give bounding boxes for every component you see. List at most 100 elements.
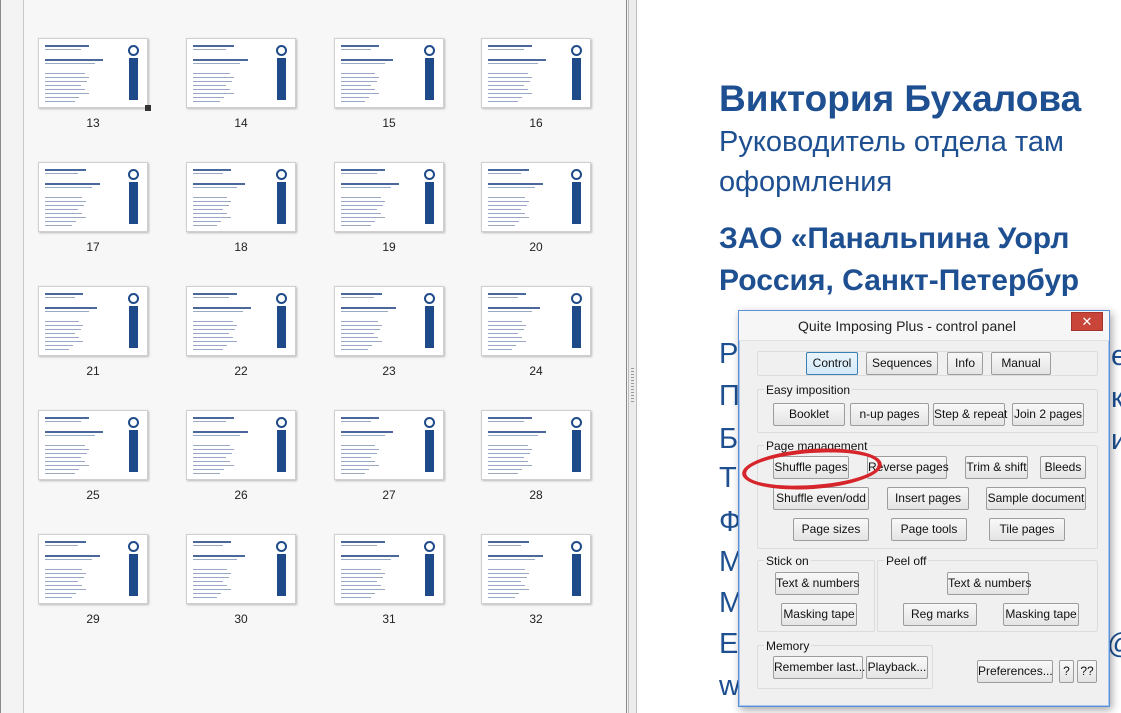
thumbnail-text-line xyxy=(488,205,527,206)
page-thumbnail[interactable] xyxy=(481,162,591,232)
splitter-grip[interactable] xyxy=(631,368,634,404)
thumbnail-text-line xyxy=(341,469,369,470)
stick-on-text-numbers-button[interactable]: Text & numbers xyxy=(775,572,859,595)
page-sizes-button[interactable]: Page sizes xyxy=(793,518,869,541)
doc-fragment: Т xyxy=(719,462,737,494)
card-company-line1: ЗАО «Панальпина Уорл xyxy=(719,222,1070,255)
peel-off-text-numbers-button[interactable]: Text & numbers xyxy=(947,572,1031,595)
thumbnail-text-line xyxy=(45,573,86,574)
card-title-line1: Руководитель отдела там xyxy=(719,126,1064,158)
reg-marks-button[interactable]: Reg marks xyxy=(903,603,977,626)
thumbnail-text-line xyxy=(341,59,393,61)
page-thumbnail[interactable] xyxy=(481,410,591,480)
page-number-label: 23 xyxy=(382,364,396,378)
tab-sequences[interactable]: Sequences xyxy=(866,352,938,375)
peel-off-masking-tape-button[interactable]: Masking tape xyxy=(1003,603,1079,626)
thumbnail-text-line xyxy=(341,593,375,594)
page-thumbnail[interactable] xyxy=(38,410,148,480)
sample-document-button[interactable]: Sample document xyxy=(986,487,1086,510)
thumbnail-text-line xyxy=(45,581,78,582)
thumbnail-text-line xyxy=(45,49,81,50)
page-tools-button[interactable]: Page tools xyxy=(891,518,967,541)
company-logo-icon xyxy=(127,416,141,474)
company-logo-icon xyxy=(570,44,584,102)
playback-button[interactable]: Playback... xyxy=(866,656,928,679)
page-thumbnail[interactable] xyxy=(334,534,444,604)
shuffle-pages-button[interactable]: Shuffle pages xyxy=(773,456,849,479)
preferences-button[interactable]: Preferences... xyxy=(977,660,1053,683)
n-up-pages-button[interactable]: n-up pages xyxy=(850,403,929,426)
thumbnail-text-line xyxy=(193,421,226,422)
thumbnail-text-line xyxy=(45,325,83,326)
company-logo-icon xyxy=(127,44,141,102)
thumbnail-text-line xyxy=(341,173,377,174)
page-number-label: 20 xyxy=(529,240,543,254)
tab-manual[interactable]: Manual xyxy=(991,352,1051,375)
thumbnail-text-line xyxy=(45,73,85,74)
page-thumbnail[interactable] xyxy=(186,534,296,604)
tab-control[interactable]: Control xyxy=(806,352,858,375)
help-extended-button[interactable]: ?? xyxy=(1077,660,1097,683)
thumbnails-grid[interactable]: 13 14 15 16 17 18 19 20 21 22 23 24 25 26 27 28 29 30 31 32 xyxy=(23,0,627,713)
thumbnail-text-line xyxy=(341,473,365,474)
shuffle-even-odd-button[interactable]: Shuffle even/odd xyxy=(773,487,869,510)
page-thumbnail[interactable] xyxy=(186,38,296,108)
thumbnail-text-line xyxy=(341,169,385,171)
panel-titlebar[interactable]: Quite Imposing Plus - control panel ✕ xyxy=(739,311,1109,341)
stick-on-masking-tape-button[interactable]: Masking tape xyxy=(781,603,857,626)
close-button[interactable]: ✕ xyxy=(1071,312,1103,331)
trim-shift-button[interactable]: Trim & shift xyxy=(965,456,1028,479)
quite-imposing-control-panel[interactable]: Quite Imposing Plus - control panel ✕ Co… xyxy=(738,310,1110,707)
tab-info[interactable]: Info xyxy=(947,352,983,375)
company-logo-icon xyxy=(275,292,289,350)
page-thumbnail[interactable] xyxy=(334,410,444,480)
thumbnail-text-line xyxy=(488,97,522,98)
selection-handle[interactable] xyxy=(145,105,151,111)
thumbnail-text-line xyxy=(45,465,89,466)
thumbnail-text-line xyxy=(193,85,226,86)
thumbnail-text-line xyxy=(488,349,512,350)
thumbnail-text-line xyxy=(193,559,237,560)
thumbnail-text-line xyxy=(193,73,230,74)
thumbnail-text-line xyxy=(193,49,226,50)
page-thumbnail[interactable] xyxy=(38,286,148,356)
reverse-pages-button[interactable]: Reverse pages xyxy=(867,456,949,479)
tile-pages-button[interactable]: Tile pages xyxy=(989,518,1065,541)
insert-pages-button[interactable]: Insert pages xyxy=(887,487,969,510)
thumbnail-text-line xyxy=(193,465,234,466)
page-thumbnail[interactable] xyxy=(186,162,296,232)
page-thumbnail[interactable] xyxy=(38,162,148,232)
thumbnail-text-line xyxy=(45,457,81,458)
help-button[interactable]: ? xyxy=(1059,660,1074,683)
page-thumbnail[interactable] xyxy=(481,286,591,356)
page-thumbnail[interactable] xyxy=(481,38,591,108)
thumbnail-text-line xyxy=(488,573,529,574)
thumbnail-text-line xyxy=(488,417,532,419)
thumbnail-text-line xyxy=(193,183,245,185)
page-thumbnail[interactable] xyxy=(481,534,591,604)
page-thumbnails-pane[interactable]: 13 14 15 16 17 18 19 20 21 22 23 24 25 26 27 28 29 30 31 32 xyxy=(0,0,628,713)
page-number-label: 22 xyxy=(234,364,248,378)
thumbnail-text-line xyxy=(341,209,377,210)
page-thumbnail[interactable] xyxy=(334,286,444,356)
thumbnail-text-line xyxy=(488,465,532,466)
thumbnail-text-line xyxy=(193,201,231,202)
page-thumbnail[interactable] xyxy=(334,38,444,108)
page-thumbnail[interactable] xyxy=(38,534,148,604)
thumbnail-text-line xyxy=(488,461,528,462)
page-thumbnail[interactable] xyxy=(334,162,444,232)
remember-last-button[interactable]: Remember last... xyxy=(773,656,865,679)
page-thumbnail[interactable] xyxy=(186,410,296,480)
thumbnail-text-line xyxy=(193,89,230,90)
page-thumbnail[interactable] xyxy=(186,286,296,356)
page-thumbnail[interactable] xyxy=(38,38,148,108)
join-2-pages-button[interactable]: Join 2 pages xyxy=(1012,403,1084,426)
company-logo-icon xyxy=(127,540,141,598)
booklet-button[interactable]: Booklet xyxy=(773,403,845,426)
step-repeat-button[interactable]: Step & repeat xyxy=(933,403,1007,426)
thumbnail-text-line xyxy=(45,349,69,350)
thumbnail-text-line xyxy=(341,555,399,557)
thumbnail-text-line xyxy=(45,345,73,346)
pane-splitter[interactable] xyxy=(628,0,637,713)
bleeds-button[interactable]: Bleeds xyxy=(1040,456,1086,479)
